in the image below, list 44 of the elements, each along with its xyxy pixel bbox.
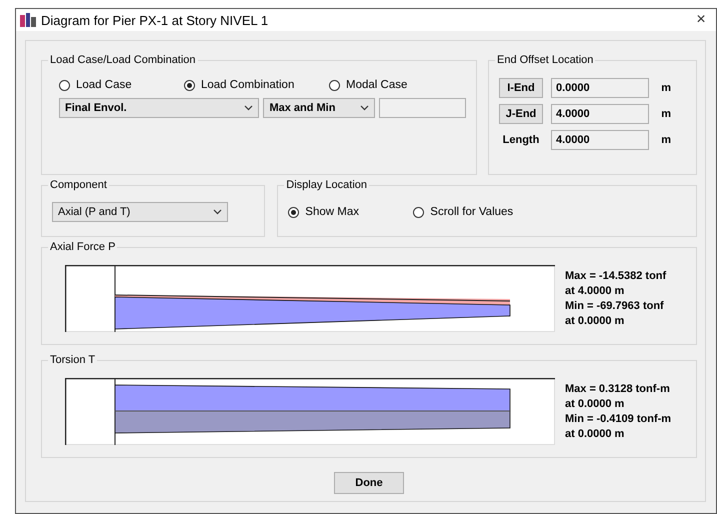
radio-button[interactable]	[329, 80, 340, 90]
group-title: Load Case/Load Combination	[48, 54, 198, 66]
window-title: Diagram for Pier PX-1 at Story NIVEL 1	[41, 12, 270, 28]
radio-button[interactable]	[59, 80, 70, 90]
app-icon	[20, 13, 36, 27]
value-field[interactable]: 0.0000	[551, 78, 649, 98]
radio-label[interactable]: Scroll for Values	[430, 206, 514, 218]
group-title: Torsion T	[48, 354, 98, 366]
radio-label[interactable]: Modal Case	[346, 79, 408, 91]
group-title: Axial Force P	[48, 241, 118, 253]
group-title: Component	[48, 179, 109, 191]
result-text: Min = -69.7963 tonf	[565, 300, 665, 312]
unit-label: m	[660, 108, 671, 120]
end-button[interactable]: I-End	[499, 78, 543, 98]
dropdown[interactable]: Axial (P and T)	[52, 202, 228, 222]
radio-button[interactable]	[184, 80, 195, 90]
end-button[interactable]: J-End	[499, 104, 543, 124]
close-button[interactable]: ×	[686, 11, 716, 29]
result-text: at 4.0000 m	[565, 285, 626, 297]
radio-label[interactable]: Load Combination	[201, 79, 294, 91]
radio-button[interactable]	[413, 206, 424, 218]
value-field[interactable]: 4.0000	[551, 130, 649, 150]
result-text: at 0.0000 m	[565, 315, 626, 327]
unit-label: m	[660, 82, 671, 94]
radio-label[interactable]: Show Max	[305, 206, 359, 218]
result-text: at 0.0000 m	[565, 398, 626, 410]
group-title: End Offset Location	[495, 54, 596, 66]
result-text: Max = 0.3128 tonf-m	[565, 383, 671, 395]
radio-label[interactable]: Load Case	[76, 79, 132, 91]
unit-label: m	[660, 134, 671, 146]
field-label: Length	[502, 134, 540, 146]
dropdown[interactable]: Max and Min	[263, 98, 375, 118]
result-text: at 0.0000 m	[565, 428, 626, 440]
result-text: Min = -0.4109 tonf-m	[565, 413, 672, 425]
value-field[interactable]: 4.0000	[551, 104, 649, 124]
done-button[interactable]: Done	[334, 472, 404, 494]
group-title: Display Location	[284, 179, 370, 191]
input-field[interactable]	[378, 98, 466, 118]
result-text: Max = -14.5382 tonf	[565, 270, 666, 282]
chevron-icon	[360, 105, 369, 111]
chevron-icon	[213, 209, 222, 215]
chevron-icon	[244, 105, 254, 111]
radio-button[interactable]	[288, 206, 300, 218]
dropdown[interactable]: Final Envol.	[59, 98, 260, 118]
